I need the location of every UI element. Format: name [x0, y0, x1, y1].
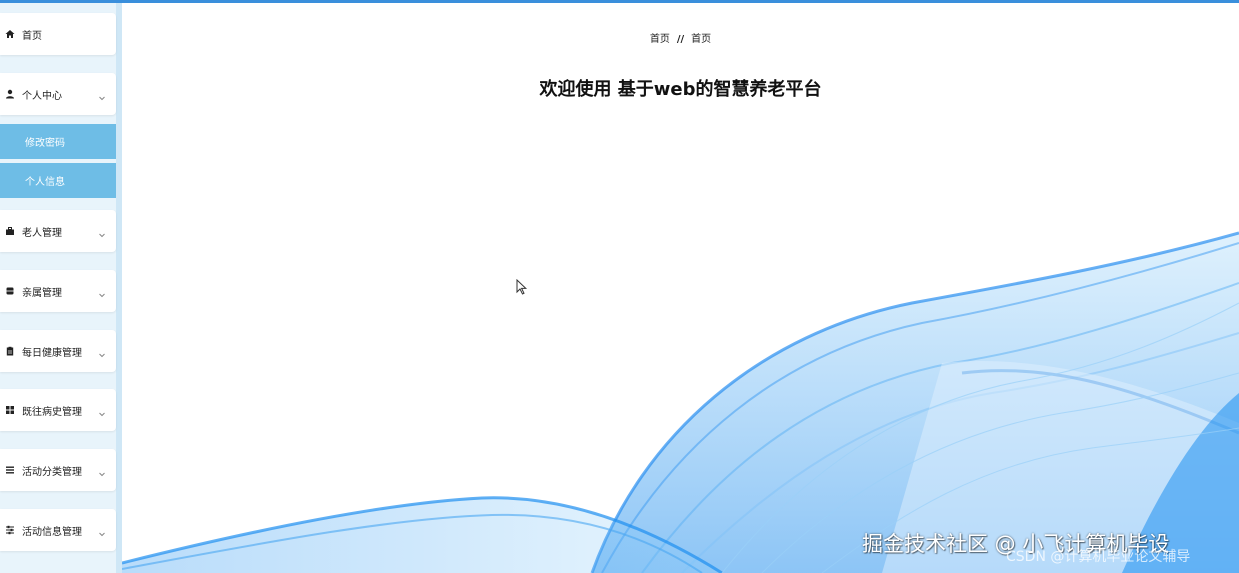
- clipboard-icon: [5, 346, 15, 356]
- breadcrumb: 首页 // 首页: [122, 30, 1239, 45]
- watermark-text-secondary: CSDN @计算机毕业论文辅导: [1006, 549, 1191, 565]
- sidebar-item-label: 老人管理: [22, 227, 62, 239]
- database-icon: [5, 286, 15, 296]
- sidebar-item-personal-center[interactable]: 个人中心: [0, 73, 116, 115]
- sidebar-item-home[interactable]: 首页: [0, 13, 116, 55]
- sidebar-item-relatives-management[interactable]: 亲属管理: [0, 270, 116, 312]
- chevron-down-icon: [97, 345, 107, 358]
- submenu-item-label: 个人信息: [25, 177, 65, 188]
- sidebar-item-medical-history-management[interactable]: 既往病史管理: [0, 389, 116, 431]
- sidebar-item-daily-health-management[interactable]: 每日健康管理: [0, 330, 116, 372]
- breadcrumb-current: 首页: [691, 34, 712, 45]
- chevron-down-icon: [97, 524, 107, 537]
- sidebar-item-label: 每日健康管理: [22, 347, 82, 359]
- chevron-down-icon: [97, 225, 107, 238]
- sidebar-item-label: 首页: [22, 30, 42, 42]
- briefcase-icon: [5, 226, 15, 236]
- sidebar-item-label: 个人中心: [22, 90, 62, 102]
- sidebar-item-activity-info-management[interactable]: 活动信息管理: [0, 509, 116, 551]
- sidebar-item-elderly-management[interactable]: 老人管理: [0, 210, 116, 252]
- grid-icon: [5, 405, 15, 415]
- sliders-icon: [5, 525, 15, 535]
- list-icon: [5, 465, 15, 475]
- welcome-title: 欢迎使用 基于web的智慧养老平台: [539, 79, 822, 100]
- submenu-item-personal-info[interactable]: 个人信息: [0, 163, 116, 198]
- breadcrumb-first[interactable]: 首页: [650, 34, 670, 45]
- mouse-cursor-icon: [516, 278, 528, 299]
- submenu-item-label: 修改密码: [25, 138, 65, 149]
- user-icon: [5, 89, 15, 99]
- sidebar-item-label: 活动分类管理: [22, 466, 82, 478]
- chevron-down-icon: [97, 285, 107, 298]
- chevron-down-icon: [97, 88, 107, 101]
- main-content: 首页 // 首页 欢迎使用 基于web的智慧养老平台: [122, 3, 1239, 573]
- chevron-down-icon: [97, 404, 107, 417]
- submenu-item-change-password[interactable]: 修改密码: [0, 124, 116, 159]
- sidebar-item-activity-category-management[interactable]: 活动分类管理: [0, 449, 116, 491]
- sidebar-item-label: 活动信息管理: [22, 526, 82, 538]
- sidebar-item-label: 亲属管理: [22, 287, 62, 299]
- chevron-down-icon: [97, 464, 107, 477]
- breadcrumb-separator: //: [676, 34, 685, 45]
- app-window: 首页 个人中心 修改密码 个人信息 老人管理 亲属管理 每日健康管理 既往病史管…: [0, 0, 1239, 573]
- home-icon: [5, 29, 15, 39]
- sidebar-item-label: 既往病史管理: [22, 406, 82, 418]
